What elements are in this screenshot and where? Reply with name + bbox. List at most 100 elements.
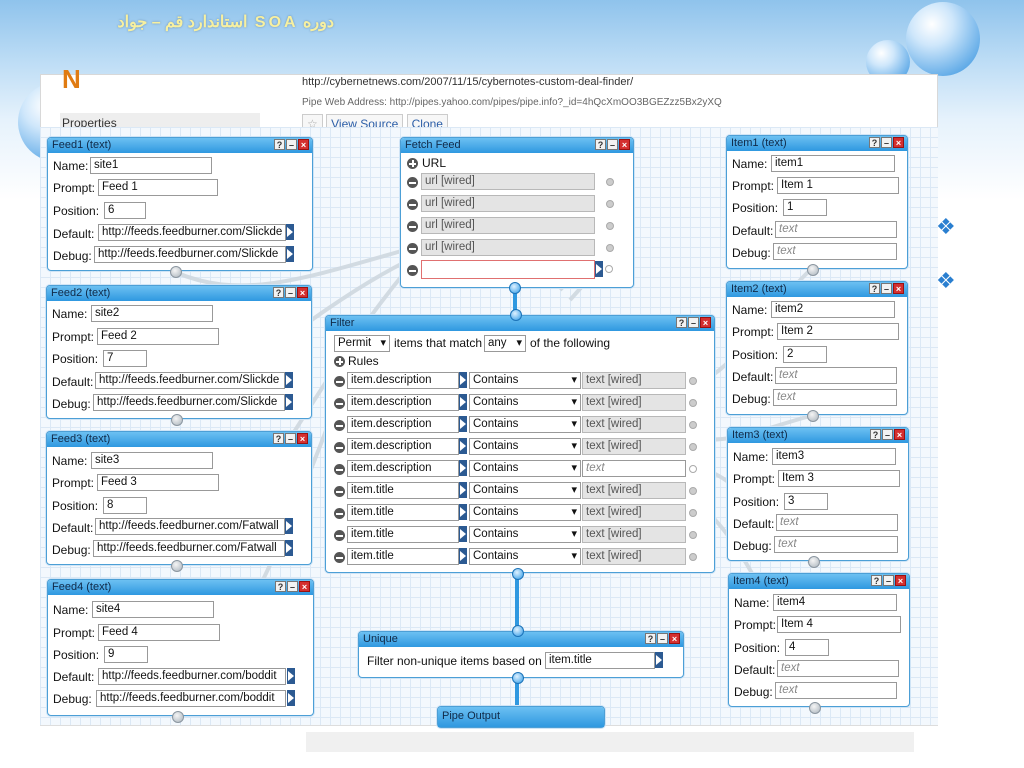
minimize-icon[interactable]: – <box>287 581 298 592</box>
output-port[interactable] <box>509 282 521 294</box>
output-port[interactable] <box>171 560 183 572</box>
output-port[interactable] <box>809 702 821 714</box>
remove-rule-icon[interactable] <box>334 486 345 497</box>
remove-rule-icon[interactable] <box>334 552 345 563</box>
name-field[interactable]: item1 <box>771 155 895 172</box>
prompt-field[interactable]: Feed 1 <box>98 179 218 196</box>
rule-value-input[interactable]: text [wired] <box>582 416 686 433</box>
minimize-icon[interactable]: – <box>285 287 296 298</box>
help-icon[interactable]: ? <box>645 633 656 644</box>
minimize-icon[interactable]: – <box>688 317 699 328</box>
minimize-icon[interactable]: – <box>607 139 618 150</box>
position-field[interactable]: 1 <box>783 199 827 216</box>
module-header[interactable]: Item2 (text) ? – × <box>727 282 907 297</box>
rule-field[interactable]: item.title <box>347 548 459 565</box>
add-url-icon[interactable] <box>407 158 418 169</box>
rule-value-input[interactable]: text [wired] <box>582 526 686 543</box>
rule-value-input[interactable]: text [wired] <box>582 482 686 499</box>
input-terminal[interactable] <box>606 222 614 230</box>
help-icon[interactable]: ? <box>273 433 284 444</box>
input-terminal[interactable] <box>689 399 697 407</box>
input-terminal[interactable] <box>689 377 697 385</box>
name-field[interactable]: item4 <box>773 594 897 611</box>
minimize-icon[interactable]: – <box>881 283 892 294</box>
module-header[interactable]: Item1 (text) ? – × <box>727 136 907 151</box>
prompt-field[interactable]: Feed 2 <box>97 328 219 345</box>
prompt-field[interactable]: Feed 3 <box>97 474 219 491</box>
rule-value-input[interactable]: text [wired] <box>582 548 686 565</box>
output-port[interactable] <box>172 711 184 723</box>
arrow-right-icon[interactable] <box>285 518 293 534</box>
remove-rule-icon[interactable] <box>334 442 345 453</box>
remove-rule-icon[interactable] <box>334 398 345 409</box>
remove-rule-icon[interactable] <box>334 530 345 541</box>
output-port[interactable] <box>512 672 524 684</box>
arrow-right-icon[interactable] <box>459 548 467 564</box>
position-field[interactable]: 9 <box>104 646 148 663</box>
rule-value-input[interactable]: text [wired] <box>582 394 686 411</box>
input-terminal[interactable] <box>689 443 697 451</box>
help-icon[interactable]: ? <box>869 137 880 148</box>
input-terminal[interactable] <box>605 265 613 273</box>
help-icon[interactable]: ? <box>676 317 687 328</box>
help-icon[interactable]: ? <box>870 429 881 440</box>
source-url[interactable]: http://cybernetnews.com/2007/11/15/cyber… <box>302 76 633 88</box>
close-icon[interactable]: × <box>895 575 906 586</box>
feed-module[interactable]: Feed4 (text) ? – × Name: site4 Prompt: Fee… <box>47 579 314 723</box>
default-field[interactable]: text <box>777 660 899 677</box>
minimize-icon[interactable]: – <box>286 139 297 150</box>
input-terminal[interactable] <box>689 553 697 561</box>
input-port[interactable] <box>510 309 522 321</box>
rule-field[interactable]: item.description <box>347 416 459 433</box>
remove-rule-icon[interactable] <box>334 420 345 431</box>
prompt-field[interactable]: Feed 4 <box>98 624 220 641</box>
rule-value-input[interactable]: text <box>582 460 686 477</box>
prompt-field[interactable]: Item 4 <box>777 616 901 633</box>
fetch-feed-module[interactable]: Fetch Feed ? – × URL url [wired] url [wire… <box>400 137 634 294</box>
remove-icon[interactable] <box>407 265 418 276</box>
feed-module[interactable]: Feed3 (text) ? – × Name: site3 Prompt: Fee… <box>46 431 312 572</box>
remove-rule-icon[interactable] <box>334 508 345 519</box>
input-terminal[interactable] <box>606 200 614 208</box>
position-field[interactable]: 2 <box>783 346 827 363</box>
input-terminal[interactable] <box>689 487 697 495</box>
minimize-icon[interactable]: – <box>882 429 893 440</box>
url-input[interactable]: url [wired] <box>421 239 595 256</box>
help-icon[interactable]: ? <box>871 575 882 586</box>
unique-field[interactable]: item.title <box>545 652 655 669</box>
default-field[interactable]: text <box>776 514 898 531</box>
debug-field[interactable]: text <box>775 682 897 699</box>
input-terminal[interactable] <box>689 509 697 517</box>
debug-field[interactable]: text <box>773 389 897 406</box>
arrow-right-icon[interactable] <box>285 540 293 556</box>
arrow-right-icon[interactable] <box>285 372 293 388</box>
prompt-field[interactable]: Item 2 <box>777 323 899 340</box>
rule-value-input[interactable]: text [wired] <box>582 438 686 455</box>
name-field[interactable]: site2 <box>91 305 213 322</box>
filter-module[interactable]: Filter ?–× Permit items that match any o… <box>325 309 715 580</box>
output-port[interactable] <box>808 556 820 568</box>
module-header[interactable]: Feed4 (text) ? – × <box>48 580 313 595</box>
module-header[interactable]: Item4 (text) ? – × <box>729 574 909 589</box>
minimize-icon[interactable]: – <box>657 633 668 644</box>
rule-operator-select[interactable]: Contains <box>469 372 581 389</box>
output-port[interactable] <box>170 266 182 278</box>
close-icon[interactable]: × <box>299 581 310 592</box>
rule-operator-select[interactable]: Contains <box>469 394 581 411</box>
item-module[interactable]: Item1 (text) ? – × Name: item1 Prompt: Ite… <box>726 135 908 276</box>
output-port[interactable] <box>171 414 183 426</box>
output-port[interactable] <box>512 568 524 580</box>
module-header[interactable]: Feed2 (text) ? – × <box>47 286 311 301</box>
close-icon[interactable]: × <box>700 317 711 328</box>
close-icon[interactable]: × <box>893 283 904 294</box>
module-header[interactable]: Feed3 (text) ? – × <box>47 432 311 447</box>
arrow-right-icon[interactable] <box>286 246 294 262</box>
default-field[interactable]: text <box>775 367 897 384</box>
prompt-field[interactable]: Item 3 <box>778 470 900 487</box>
arrow-right-icon[interactable] <box>655 652 663 668</box>
arrow-right-icon[interactable] <box>287 668 295 684</box>
rule-field[interactable]: item.description <box>347 394 459 411</box>
default-field[interactable]: text <box>775 221 897 238</box>
module-header[interactable]: Pipe Output <box>438 707 604 727</box>
close-icon[interactable]: × <box>619 139 630 150</box>
